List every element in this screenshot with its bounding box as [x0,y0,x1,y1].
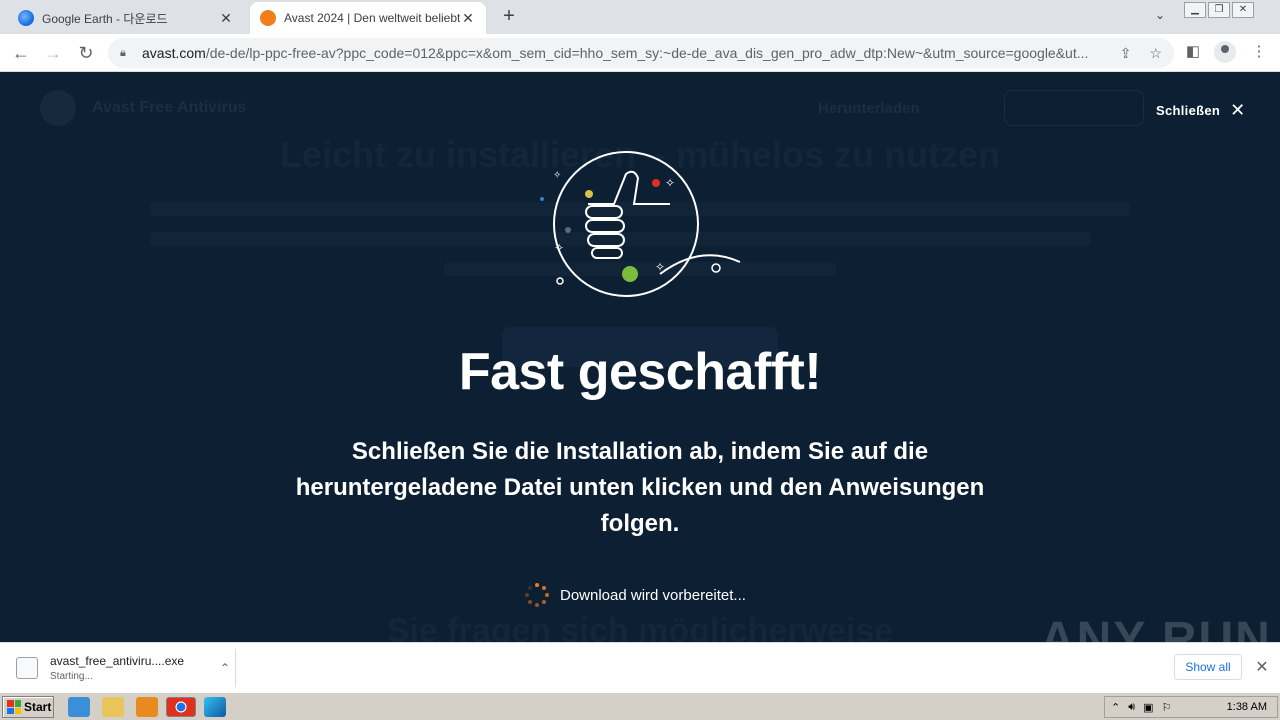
page-content: Avast Free Antivirus Herunterladen Leich… [0,72,1280,642]
tab-search-chevron-icon[interactable]: ⌄ [1150,8,1170,28]
close-icon[interactable]: ✕ [1230,101,1245,119]
thumbs-up-illustration: ✧ ✧ ✧ ✧ [540,151,741,297]
chevron-up-icon[interactable]: ⌃ [215,661,235,675]
modal-headline: Fast geschafft! [458,343,822,401]
svg-text:✧: ✧ [553,170,561,181]
background-brand: Avast Free Antivirus [40,90,246,126]
show-all-button[interactable]: Show all [1174,654,1242,680]
background-nav-button [1004,90,1144,126]
file-icon [16,657,38,679]
url-path: /de-de/lp-ppc-free-av?ppc_code=012&ppc=x… [205,45,1089,61]
background-nav-link: Herunterladen [818,100,920,117]
bookmark-star-icon[interactable]: ☆ [1149,45,1162,62]
clock[interactable]: 1:38 AM [1227,701,1267,713]
background-brand-name: Avast Free Antivirus [92,99,247,116]
close-overlay-label: Schließen [1156,102,1221,118]
internet-explorer-icon[interactable] [68,697,90,717]
menu-icon[interactable]: ⋮ [1248,42,1270,64]
restore-icon[interactable]: ❐ [1208,2,1230,18]
volume-icon[interactable]: 🔊︎ [1128,701,1135,714]
browser-toolbar: ← → ↻ 🔒︎ avast.com/de-de/lp-ppc-free-av?… [0,34,1280,72]
anyrun-watermark: ANY RUN [1040,613,1272,642]
minimize-icon[interactable]: ▁ [1184,2,1206,18]
address-bar[interactable]: 🔒︎ avast.com/de-de/lp-ppc-free-av?ppc_co… [108,38,1174,68]
tray-arrow-icon[interactable]: ⌃ [1111,701,1120,714]
download-item[interactable]: avast_free_antiviru....exe Starting... ⌃ [10,649,236,687]
url-text[interactable]: avast.com/de-de/lp-ppc-free-av?ppc_code=… [142,45,1108,61]
tab-title: Avast 2024 | Den weltweit beliebtesten [284,11,460,25]
side-panel-icon[interactable]: ◧ [1182,42,1204,64]
close-overlay-button[interactable]: Schließen ✕ [1156,101,1246,119]
svg-text:✧: ✧ [655,260,665,274]
forward-icon[interactable]: → [42,42,64,64]
tab-close-icon[interactable]: ✕ [218,10,234,27]
start-label: Start [24,700,52,714]
download-filename: avast_free_antiviru....exe [50,654,185,668]
windows-logo-icon [7,700,21,714]
share-icon[interactable]: ⇪ [1120,45,1132,62]
windows-taskbar: Start ⌃ 🔊︎ ▣ ⚐ 1:38 AM [0,692,1280,720]
svg-text:✧: ✧ [665,176,675,190]
back-icon[interactable]: ← [10,42,32,64]
tab-google-earth[interactable]: Google Earth - 다운로드 ✕ [8,2,244,34]
system-tray: ⌃ 🔊︎ ▣ ⚐ 1:38 AM [1104,696,1278,718]
close-download-bar-icon[interactable]: ✕ [1252,657,1272,677]
svg-text:✧: ✧ [554,241,564,255]
media-player-icon[interactable] [136,697,158,717]
progress-text: Download wird vorbereitet... [560,586,746,604]
download-progress: Download wird vorbereitet... [524,582,746,608]
chrome-icon[interactable] [166,697,196,717]
lock-icon[interactable]: 🔒︎ [120,47,134,60]
loading-spinner-icon [525,583,549,607]
avast-icon [260,10,276,26]
tab-close-icon[interactable]: ✕ [460,10,476,27]
new-tab-icon[interactable]: + [498,6,520,28]
file-explorer-icon[interactable] [102,697,124,717]
modal-instructions: Schließen Sie die Installation ab, indem… [295,438,985,537]
google-earth-icon [18,10,34,26]
url-host: avast.com [142,45,206,61]
close-window-icon[interactable]: ✕ [1232,2,1254,18]
edge-icon[interactable] [204,697,226,717]
avast-logo-icon [40,90,76,126]
network-icon[interactable]: ▣ [1143,701,1153,714]
tab-title: Google Earth - 다운로드 [42,11,168,26]
profile-avatar-icon[interactable] [1214,41,1236,63]
tab-strip: Google Earth - 다운로드 ✕ Avast 2024 | Den w… [0,0,1280,34]
flag-icon[interactable]: ⚐ [1162,701,1172,714]
tab-avast[interactable]: Avast 2024 | Den weltweit beliebtesten ✕ [250,2,486,34]
download-bar: avast_free_antiviru....exe Starting... ⌃… [0,642,1280,692]
download-status: Starting... [50,671,93,682]
start-button[interactable]: Start [2,696,54,718]
reload-icon[interactable]: ↻ [75,42,97,64]
